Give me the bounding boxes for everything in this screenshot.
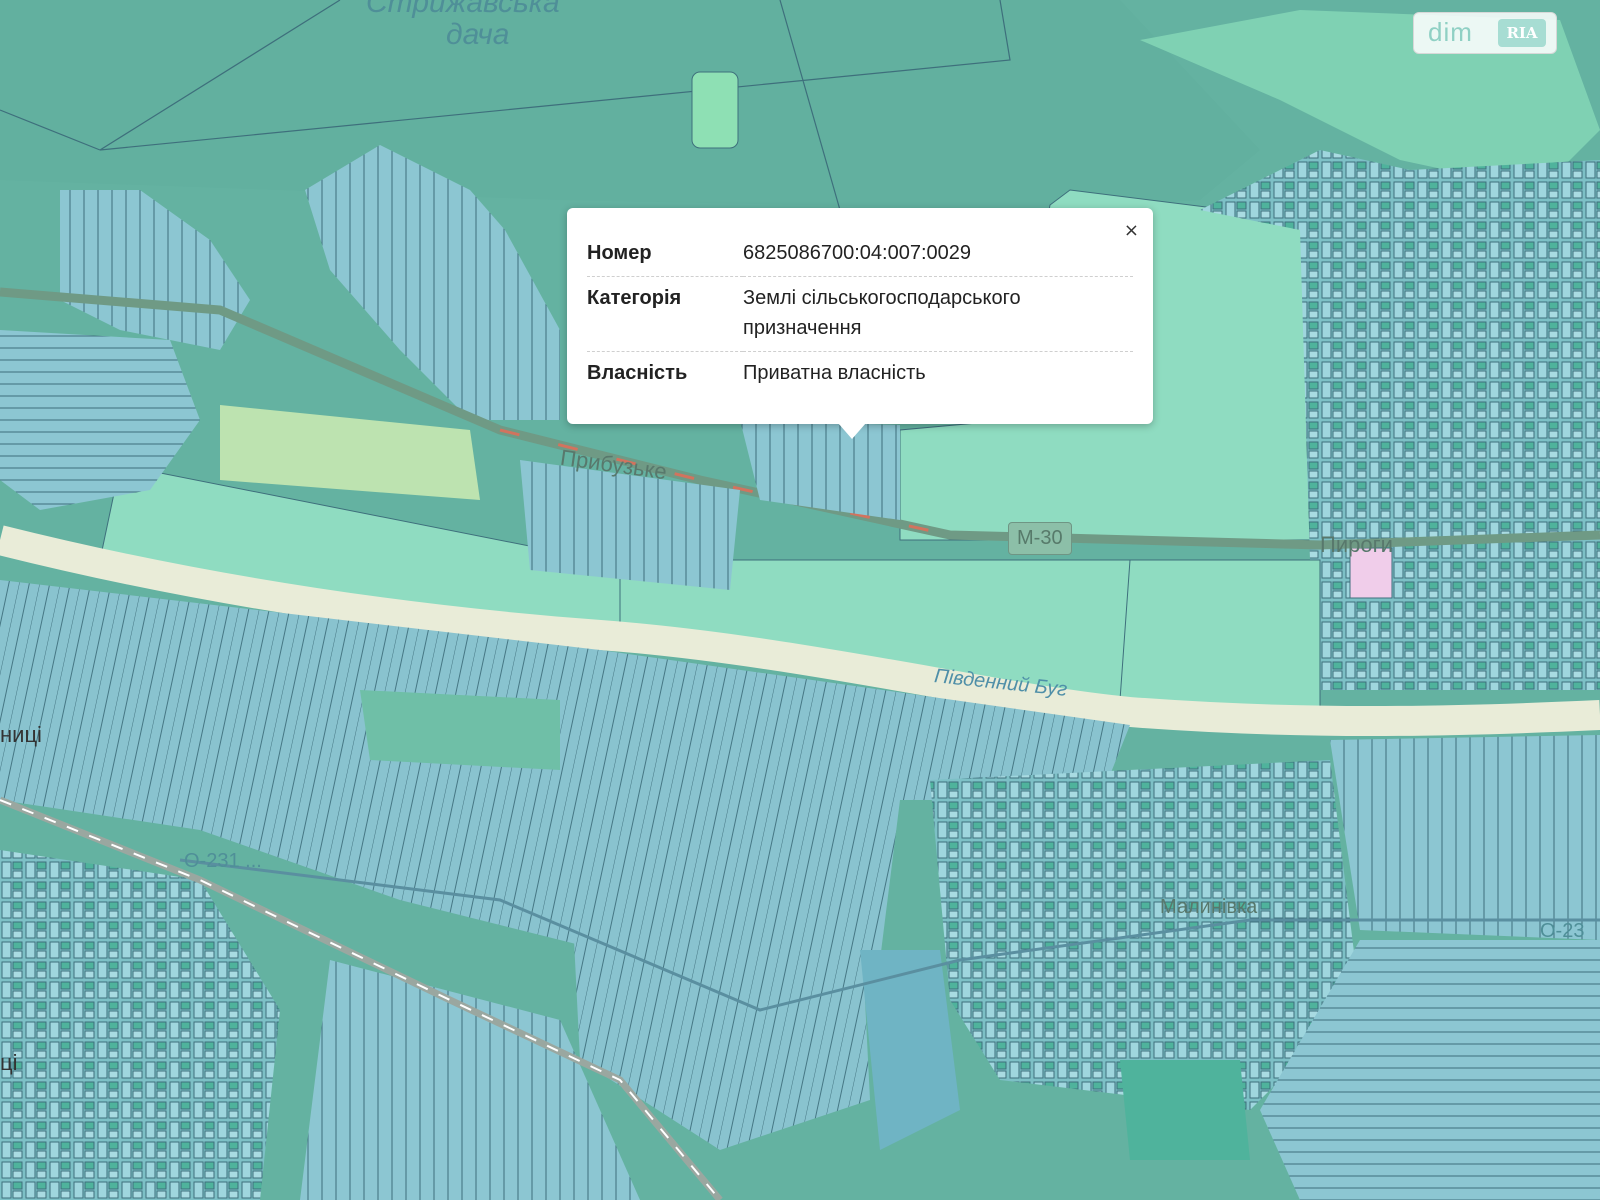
village-label-pyrohy: Пироги (1320, 532, 1393, 557)
village-label-malynivka: Малинівка (1160, 896, 1258, 918)
farmland-parcels (1330, 735, 1600, 940)
info-key: Власність (587, 362, 688, 384)
info-value: Землі сільськогосподарського призначення (743, 287, 1021, 339)
info-row-category: Категорія Землі сільськогосподарського п… (587, 277, 1133, 352)
watermark-ria-logo: RIA (1498, 19, 1546, 47)
info-row-ownership: Власність Приватна власність (587, 352, 1133, 397)
dimria-watermark: dim RIA (1413, 12, 1557, 54)
field-area (360, 690, 560, 770)
info-key: Номер (587, 242, 652, 264)
edge-label-left-2: ці (0, 1050, 18, 1075)
info-row-number: Номер 6825086700:04:007:0029 (587, 232, 1133, 277)
parcel-info-table: Номер 6825086700:04:007:0029 Категорія З… (587, 232, 1133, 396)
road-label-o231: О-231 ... (184, 850, 262, 872)
info-value: 6825086700:04:007:0029 (743, 242, 972, 264)
popup-pointer (838, 423, 866, 439)
info-value: Приватна власність (743, 362, 926, 384)
forest-label-2: дача (446, 18, 510, 51)
field-area (1120, 1060, 1250, 1160)
info-key: Категорія (587, 287, 682, 309)
forest-area (0, 0, 1260, 210)
forest-label: Стрижавська (366, 0, 560, 19)
edge-label-left: ниці (0, 722, 42, 747)
watermark-dim-text: dim (1428, 17, 1473, 47)
parcel-info-popup: × Номер 6825086700:04:007:0029 Категорія… (567, 208, 1153, 424)
road-shield-m30: М-30 (1008, 522, 1072, 555)
field-parcel (691, 71, 739, 149)
cadastral-map[interactable] (0, 0, 1600, 1200)
road-label-o23: О-23 (1540, 920, 1585, 942)
